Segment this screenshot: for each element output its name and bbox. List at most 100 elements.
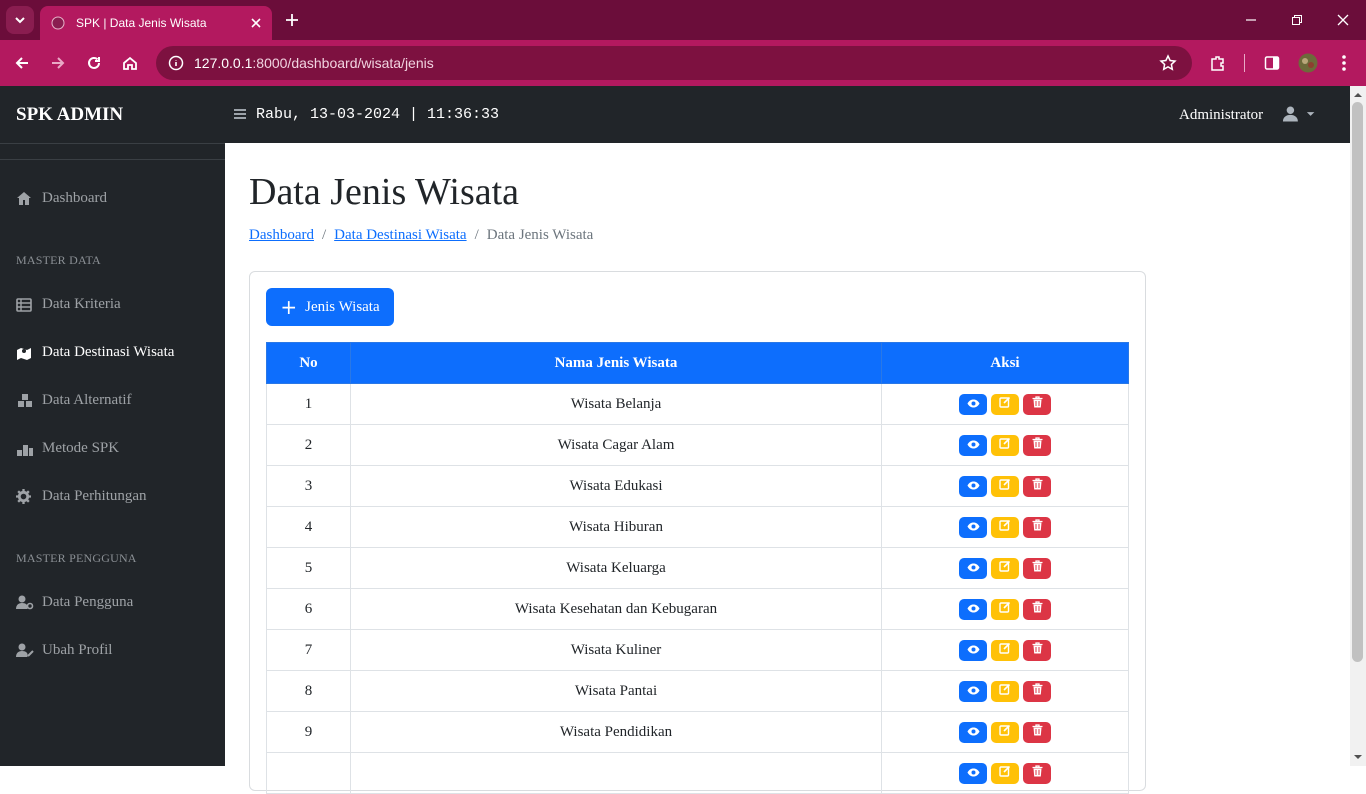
home-icon[interactable] <box>118 51 142 75</box>
edit-button[interactable] <box>991 557 1019 579</box>
user-icon <box>1282 106 1298 122</box>
delete-button[interactable] <box>1023 557 1051 579</box>
datetime-clock: Rabu, 13-03-2024 | 11:36:33 <box>256 106 500 123</box>
cell-nama: Wisata Edukasi <box>350 465 882 507</box>
sidebar-item-data-perhitungan[interactable]: Data Perhitungan <box>16 488 147 505</box>
scroll-up-icon[interactable] <box>1350 88 1366 102</box>
user-pen-icon <box>16 643 34 659</box>
view-button[interactable] <box>959 475 987 497</box>
edit-button[interactable] <box>991 639 1019 661</box>
view-button[interactable] <box>959 680 987 702</box>
view-button[interactable] <box>959 598 987 620</box>
delete-button[interactable] <box>1023 434 1051 456</box>
edit-button[interactable] <box>991 516 1019 538</box>
breadcrumb-link-dashboard[interactable]: Dashboard <box>249 227 314 244</box>
sidebar-item-data-kriteria[interactable]: Data Kriteria <box>16 296 121 313</box>
edit-icon <box>999 765 1011 782</box>
sidebar-item-label: Data Kriteria <box>42 296 121 312</box>
top-navbar <box>0 86 1350 143</box>
cell-aksi <box>881 383 1129 425</box>
sidebar-item-metode-spk[interactable]: Metode SPK <box>16 440 119 457</box>
view-button[interactable] <box>959 639 987 661</box>
delete-button[interactable] <box>1023 393 1051 415</box>
edit-icon <box>999 519 1011 536</box>
sidebar-item-data-alternatif[interactable]: Data Alternatif <box>16 392 132 409</box>
view-button[interactable] <box>959 721 987 743</box>
row-actions <box>882 475 1128 497</box>
sidebar-item-dashboard[interactable]: Dashboard <box>16 190 107 207</box>
user-gear-icon <box>16 595 34 611</box>
delete-button[interactable] <box>1023 516 1051 538</box>
new-tab-icon[interactable] <box>282 10 302 30</box>
eye-icon <box>967 765 980 782</box>
view-button[interactable] <box>959 557 987 579</box>
view-button[interactable] <box>959 516 987 538</box>
sidebar-item-ubah-profil[interactable]: Ubah Profil <box>16 642 112 659</box>
scroll-down-icon[interactable] <box>1350 750 1366 764</box>
address-bar[interactable]: 127.0.0.1:8000/dashboard/wisata/jenis <box>156 46 1192 80</box>
cell-no: 6 <box>266 588 351 630</box>
site-info-icon[interactable] <box>168 55 184 71</box>
bookmark-star-icon[interactable] <box>1156 51 1180 75</box>
cell-nama <box>350 752 882 794</box>
view-button[interactable] <box>959 434 987 456</box>
extensions-icon[interactable] <box>1206 51 1230 75</box>
scrollbar-thumb[interactable] <box>1352 102 1363 662</box>
add-jenis-wisata-button[interactable]: + Jenis Wisata <box>266 288 394 326</box>
brand-logo-text[interactable]: SPK ADMIN <box>16 104 123 126</box>
cell-nama: Wisata Kesehatan dan Kebugaran <box>350 588 882 630</box>
browser-menu-icon[interactable] <box>1332 51 1356 75</box>
delete-button[interactable] <box>1023 639 1051 661</box>
sidebar-heading-master-pengguna: MASTER PENGGUNA <box>16 551 137 565</box>
close-window-icon[interactable] <box>1333 10 1353 30</box>
trash-icon <box>1032 682 1043 700</box>
edit-button[interactable] <box>991 721 1019 743</box>
sidebar-item-data-destinasi-wisata[interactable]: Data Destinasi Wisata <box>16 344 174 361</box>
browser-tab[interactable]: SPK | Data Jenis Wisata <box>40 6 272 40</box>
user-dropdown[interactable] <box>1282 104 1316 124</box>
sidebar-item-label: Ubah Profil <box>42 642 113 658</box>
gear-icon <box>16 489 34 505</box>
cell-no: 8 <box>266 670 351 712</box>
delete-button[interactable] <box>1023 721 1051 743</box>
forward-icon[interactable] <box>46 51 70 75</box>
close-tab-icon[interactable] <box>246 13 266 33</box>
sidebar-item-data-pengguna[interactable]: Data Pengguna <box>16 594 133 611</box>
edit-button[interactable] <box>991 393 1019 415</box>
view-button[interactable] <box>959 393 987 415</box>
cell-no: 1 <box>266 383 351 425</box>
sidebar-toggle-icon[interactable] <box>233 107 247 121</box>
edit-button[interactable] <box>991 434 1019 456</box>
trash-icon <box>1032 559 1043 577</box>
tab-search-button[interactable] <box>6 6 34 34</box>
back-icon[interactable] <box>10 51 34 75</box>
edit-button[interactable] <box>991 680 1019 702</box>
breadcrumb-link-destinasi[interactable]: Data Destinasi Wisata <box>334 227 466 244</box>
row-actions <box>882 434 1128 456</box>
restore-icon[interactable] <box>1287 10 1307 30</box>
trash-icon <box>1032 477 1043 495</box>
cell-nama: Wisata Kuliner <box>350 629 882 671</box>
tab-title: SPK | Data Jenis Wisata <box>76 16 207 30</box>
sidebar-item-label: Data Alternatif <box>42 392 132 408</box>
minimize-icon[interactable] <box>1241 10 1261 30</box>
cell-nama: Wisata Cagar Alam <box>350 424 882 466</box>
cell-aksi <box>881 424 1129 466</box>
edit-icon <box>999 642 1011 659</box>
page-scrollbar[interactable] <box>1350 86 1366 766</box>
ranking-icon <box>16 441 34 457</box>
delete-button[interactable] <box>1023 475 1051 497</box>
delete-button[interactable] <box>1023 680 1051 702</box>
edit-icon <box>999 683 1011 700</box>
cell-no: 2 <box>266 424 351 466</box>
trash-icon <box>1032 723 1043 741</box>
delete-button[interactable] <box>1023 598 1051 620</box>
side-panel-icon[interactable] <box>1260 51 1284 75</box>
table-row: 3 Wisata Edukasi <box>266 465 1129 507</box>
table-row: 6 Wisata Kesehatan dan Kebugaran <box>266 588 1129 630</box>
edit-button[interactable] <box>991 598 1019 620</box>
edit-button[interactable] <box>991 475 1019 497</box>
cell-nama: Wisata Pendidikan <box>350 711 882 753</box>
profile-avatar-icon[interactable] <box>1296 51 1320 75</box>
reload-icon[interactable] <box>82 51 106 75</box>
